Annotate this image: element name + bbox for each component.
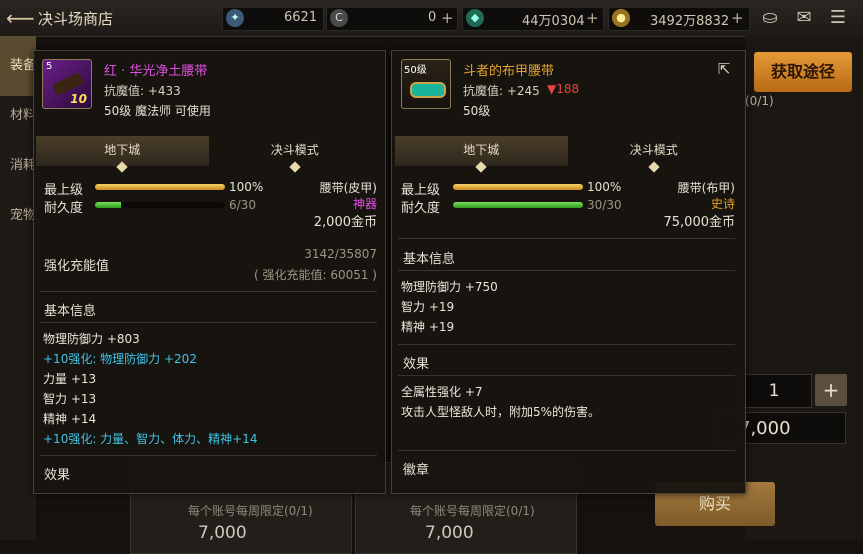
max-grade-label: 最上级 (44, 183, 84, 198)
stat-list: 物理防御力 +750 智力 +19 精神 +19 (401, 278, 498, 338)
quantity-plus-button[interactable]: + (815, 374, 847, 406)
effect-list: 全属性强化 +7 攻击人型怪敌人时，附加5%的伤害。 (401, 383, 600, 423)
add-currency-4-button[interactable]: + (731, 9, 744, 27)
bag-icon[interactable]: ⛀ (758, 7, 782, 29)
currency-4-value: 3492万8832 (650, 14, 730, 29)
sell-price: 75,000金币 (663, 215, 736, 230)
shop-item-tooltip (391, 50, 746, 494)
crystal-icon: ◆ (466, 9, 484, 27)
shop-item-name: 斗者的布甲腰带 (463, 64, 555, 79)
durability-bar (95, 202, 225, 208)
mode-tabs: 地下城 决斗模式 (36, 136, 382, 173)
enhance-badge: 10 (70, 92, 87, 106)
effect-heading: 效果 (403, 357, 430, 372)
basic-info-heading: 基本信息 (44, 304, 97, 319)
weekly-limit: (0/1) (745, 94, 774, 108)
stat-line: 力量 +13 (43, 372, 97, 386)
anti-magic-diff: ▼188 (547, 82, 580, 96)
stat-line: 智力 +13 (43, 392, 97, 406)
durability-fill (95, 202, 121, 208)
item-type: 腰带(皮甲) (319, 181, 377, 195)
divider (398, 344, 735, 345)
stat-line: 物理防御力 +750 (401, 280, 498, 294)
currency-1-value: 6621 (284, 10, 318, 25)
max-grade-fill (95, 184, 225, 190)
divider (398, 238, 735, 239)
gold-coin-icon: ● (612, 9, 630, 27)
equipped-item-icon: 5 10 (42, 59, 92, 109)
durability-value: 6/30 (229, 198, 256, 212)
icon-level: 50级 (404, 65, 427, 76)
effect-line: 全属性强化 +7 (401, 385, 483, 399)
add-currency-3-button[interactable]: + (586, 9, 599, 27)
durability-label: 耐久度 (44, 201, 84, 216)
mode-tabs: 地下城 决斗模式 (395, 136, 741, 173)
mail-icon[interactable]: ✉ (792, 7, 816, 29)
chat-icon[interactable]: ☰ (826, 7, 850, 29)
stat-line: 精神 +19 (401, 320, 455, 334)
max-grade-fill (453, 184, 583, 190)
max-grade-value: 100% (587, 180, 622, 194)
sell-price: 2,000金币 (313, 215, 377, 230)
durability-value: 30/30 (587, 198, 622, 212)
stat-line: 精神 +14 (43, 412, 97, 426)
enhance-charge-total: ( 强化充能值: 60051 ) (253, 268, 377, 282)
durability-label: 耐久度 (401, 201, 441, 216)
basic-info-heading: 基本信息 (403, 252, 456, 267)
tab-pets[interactable]: 宠物 (0, 186, 36, 246)
quantity-field[interactable]: 1 (736, 374, 812, 408)
divider (398, 270, 735, 271)
add-currency-2-button[interactable]: + (441, 9, 454, 27)
page-title: 决斗场商店 (38, 10, 114, 28)
stat-line: 物理防御力 +803 (43, 332, 140, 346)
level-requirement: 50级 魔法师 可使用 (104, 104, 211, 118)
stat-line: 智力 +19 (401, 300, 455, 314)
divider (398, 375, 735, 376)
stat-line-enhance: +10强化: 力量、智力、体力、精神+14 (43, 432, 258, 446)
effect-line: 攻击人型怪敌人时，附加5%的伤害。 (401, 405, 601, 419)
anti-magic-value: 抗魔值: +433 (104, 84, 181, 98)
item-price: 7,000 (425, 523, 474, 543)
emblem-heading: 徽章 (403, 463, 430, 478)
max-grade-label: 最上级 (401, 183, 441, 198)
belt-shape-icon (410, 82, 446, 98)
max-grade-value: 100% (229, 180, 264, 194)
durability-fill (453, 202, 583, 208)
level-requirement: 50级 (463, 104, 491, 118)
tab-dungeon[interactable]: 地下城 (36, 136, 209, 173)
tab-duel-mode[interactable]: 决斗模式 (568, 136, 741, 173)
max-grade-bar (453, 184, 583, 190)
divider (398, 450, 735, 451)
item-rarity: 史诗 (710, 197, 735, 211)
purchase-limit: 每个账号每周限定(0/1) (188, 504, 313, 518)
duel-coin-icon: ✦ (226, 9, 244, 27)
stat-line-enhance: +10强化: 物理防御力 +202 (43, 352, 197, 366)
divider (40, 455, 377, 456)
item-rarity: 神器 (352, 197, 377, 211)
stat-list: 物理防御力 +803 +10强化: 物理防御力 +202 力量 +13 智力 +… (43, 330, 258, 450)
item-price: 7,000 (198, 523, 247, 543)
divider (40, 291, 377, 292)
enhance-charge-value: 3142/35807 (304, 247, 377, 261)
enhance-charge-label: 强化充能值 (44, 259, 110, 274)
anti-magic-value: 抗魔值: +245 (463, 84, 540, 98)
share-icon[interactable]: ⇱ (714, 60, 734, 78)
tab-duel-mode[interactable]: 决斗模式 (209, 136, 382, 173)
currency-3-value: 44万0304 (522, 14, 585, 29)
divider (40, 322, 377, 323)
back-arrow-icon[interactable]: ⟵ (6, 6, 35, 30)
silver-coin-icon: C (330, 9, 348, 27)
purchase-limit: 每个账号每周限定(0/1) (410, 504, 535, 518)
durability-bar (453, 202, 583, 208)
equipped-item-name: 红 · 华光净土腰带 (104, 64, 208, 79)
effect-heading: 效果 (44, 468, 71, 483)
item-type: 腰带(布甲) (677, 181, 735, 195)
detail-panel (745, 36, 863, 540)
shop-item-icon: 50级 (401, 59, 451, 109)
max-grade-bar (95, 184, 225, 190)
get-source-button[interactable]: 获取途径 (754, 52, 852, 92)
tab-dungeon[interactable]: 地下城 (395, 136, 568, 173)
currency-2-value: 0 (428, 10, 437, 25)
